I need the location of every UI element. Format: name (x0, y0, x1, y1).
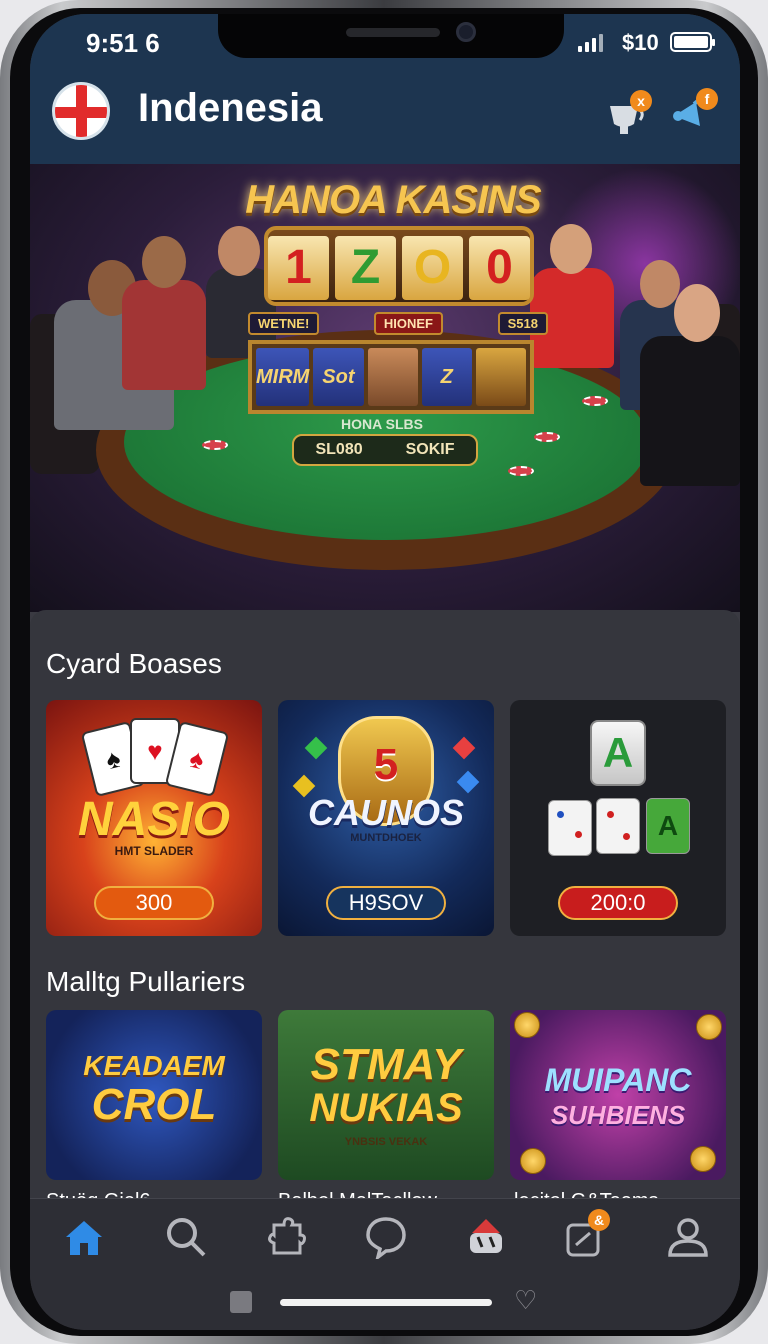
dice-icon (548, 800, 592, 856)
card-title-line2: NUKIAS (309, 1086, 463, 1130)
casino-icon[interactable] (464, 1215, 508, 1259)
slot-reel-face (475, 348, 527, 406)
funnel-button[interactable]: f (670, 88, 718, 136)
camera-notch (218, 14, 564, 58)
recent-apps-icon[interactable] (230, 1291, 252, 1313)
slot-reel: Sot (313, 348, 364, 406)
main-content: Cyard Boases ♠ ♥ ♠ NASIO HMT SLADER 300 … (30, 610, 740, 1212)
table-display: SL080 SOKIF (292, 434, 478, 466)
sign-digit: 1 (268, 236, 329, 300)
slot-reel: Z (421, 348, 472, 406)
table-display-value: SOKIF (405, 441, 455, 458)
coin-icon (690, 1146, 716, 1172)
app-header: Indenesia x f (30, 74, 740, 164)
dice-icon (596, 798, 640, 854)
casino-chip (202, 440, 228, 450)
casino-chip (534, 432, 560, 442)
table-display-value: SL080 (315, 441, 363, 458)
game-card[interactable]: STMAY NUKIAS YNBSIS VEKAK (278, 1010, 494, 1180)
status-text: $10 (622, 30, 659, 55)
sign-digit: 0 (469, 236, 530, 300)
game-card[interactable]: ♠ ♥ ♠ NASIO HMT SLADER 300 (46, 700, 262, 936)
sign-labels: WETNE! HIONEF S518 (248, 312, 548, 335)
casino-chip (582, 396, 608, 406)
jackpot-sign: 1 Z O 0 (264, 226, 534, 306)
search-icon[interactable] (164, 1215, 208, 1259)
status-time: 9:51 6 (86, 28, 160, 58)
table-text: HONA SLBS (341, 416, 423, 432)
price-badge: 200:0 (558, 886, 678, 920)
tag-badge: & (588, 1209, 610, 1231)
card-subtitle: HMT SLADER (114, 844, 194, 858)
heart-icon[interactable]: ♡ (514, 1285, 537, 1316)
chat-icon[interactable] (364, 1215, 408, 1262)
sign-digit: O (402, 236, 463, 300)
game-card[interactable]: A A 200:0 (510, 700, 726, 936)
section-title: Malltg Pullariers (46, 966, 246, 997)
game-card[interactable]: KEADAEM CROL (46, 1010, 262, 1180)
profile-icon[interactable] (666, 1215, 710, 1259)
price-badge: H9SOV (326, 886, 446, 920)
tag-icon[interactable]: & (564, 1209, 610, 1259)
card-title: MUIPANC (544, 1062, 692, 1098)
home-icon[interactable] (62, 1215, 106, 1259)
bucket-button[interactable]: x (606, 90, 652, 138)
card-title-line2: SUHBIENS (550, 1100, 686, 1130)
dice-icon: A (646, 798, 690, 854)
sign-label: WETNE! (248, 312, 320, 335)
card-title: KEADAEM (83, 1050, 225, 1081)
card-title: STMAY (310, 1040, 462, 1089)
sign-digit: Z (335, 236, 396, 300)
sign-label: HIONEF (373, 312, 444, 335)
page-title: Indenesia (138, 86, 323, 130)
front-camera (456, 22, 476, 42)
price-badge: 300 (94, 886, 214, 920)
battery-icon (670, 32, 715, 52)
app-screen: 9:51 6 $10 Indenesia x f HANOA KASINS 1 … (30, 14, 740, 1330)
slot-reel-face (367, 348, 418, 406)
hero-banner[interactable]: HANOA KASINS 1 Z O 0 WETNE! HIONEF S518 … (30, 164, 740, 612)
slot-reels: MIRM Sot Z (248, 340, 534, 414)
puzzle-icon[interactable] (266, 1215, 310, 1259)
card-subtitle: YNBSIS VEKAK (344, 1136, 428, 1148)
game-card[interactable]: 5 CAUNOS MUNTDHOEK H9SOV (278, 700, 494, 936)
flag-icon[interactable] (52, 82, 110, 140)
bottom-nav: & ♡ (30, 1198, 740, 1330)
funnel-badge: f (696, 88, 718, 110)
coin-icon (520, 1148, 546, 1174)
game-card[interactable]: MUIPANC SUHBIENS (510, 1010, 726, 1180)
card-number: 5 (373, 740, 399, 789)
card-title: NASIO (77, 793, 230, 846)
status-bar: 9:51 6 $10 (30, 14, 740, 74)
speaker-grille (346, 28, 440, 37)
card-title: CAUNOS (307, 792, 464, 833)
coin-icon (696, 1014, 722, 1040)
slot-reel: MIRM (256, 348, 310, 406)
coin-icon (514, 1012, 540, 1038)
casino-chip (508, 466, 534, 476)
home-indicator[interactable] (280, 1299, 492, 1306)
bucket-badge: x (630, 90, 652, 112)
tile-letter: A (590, 720, 646, 786)
section-title: Cyard Boases (46, 648, 222, 679)
signal-icon (578, 32, 603, 52)
card-subtitle: MUNTDHOEK (350, 832, 422, 844)
card-title-line2: CROL (91, 1080, 217, 1129)
sign-label: S518 (497, 312, 548, 335)
hero-title: HANOA KASINS (245, 178, 541, 222)
